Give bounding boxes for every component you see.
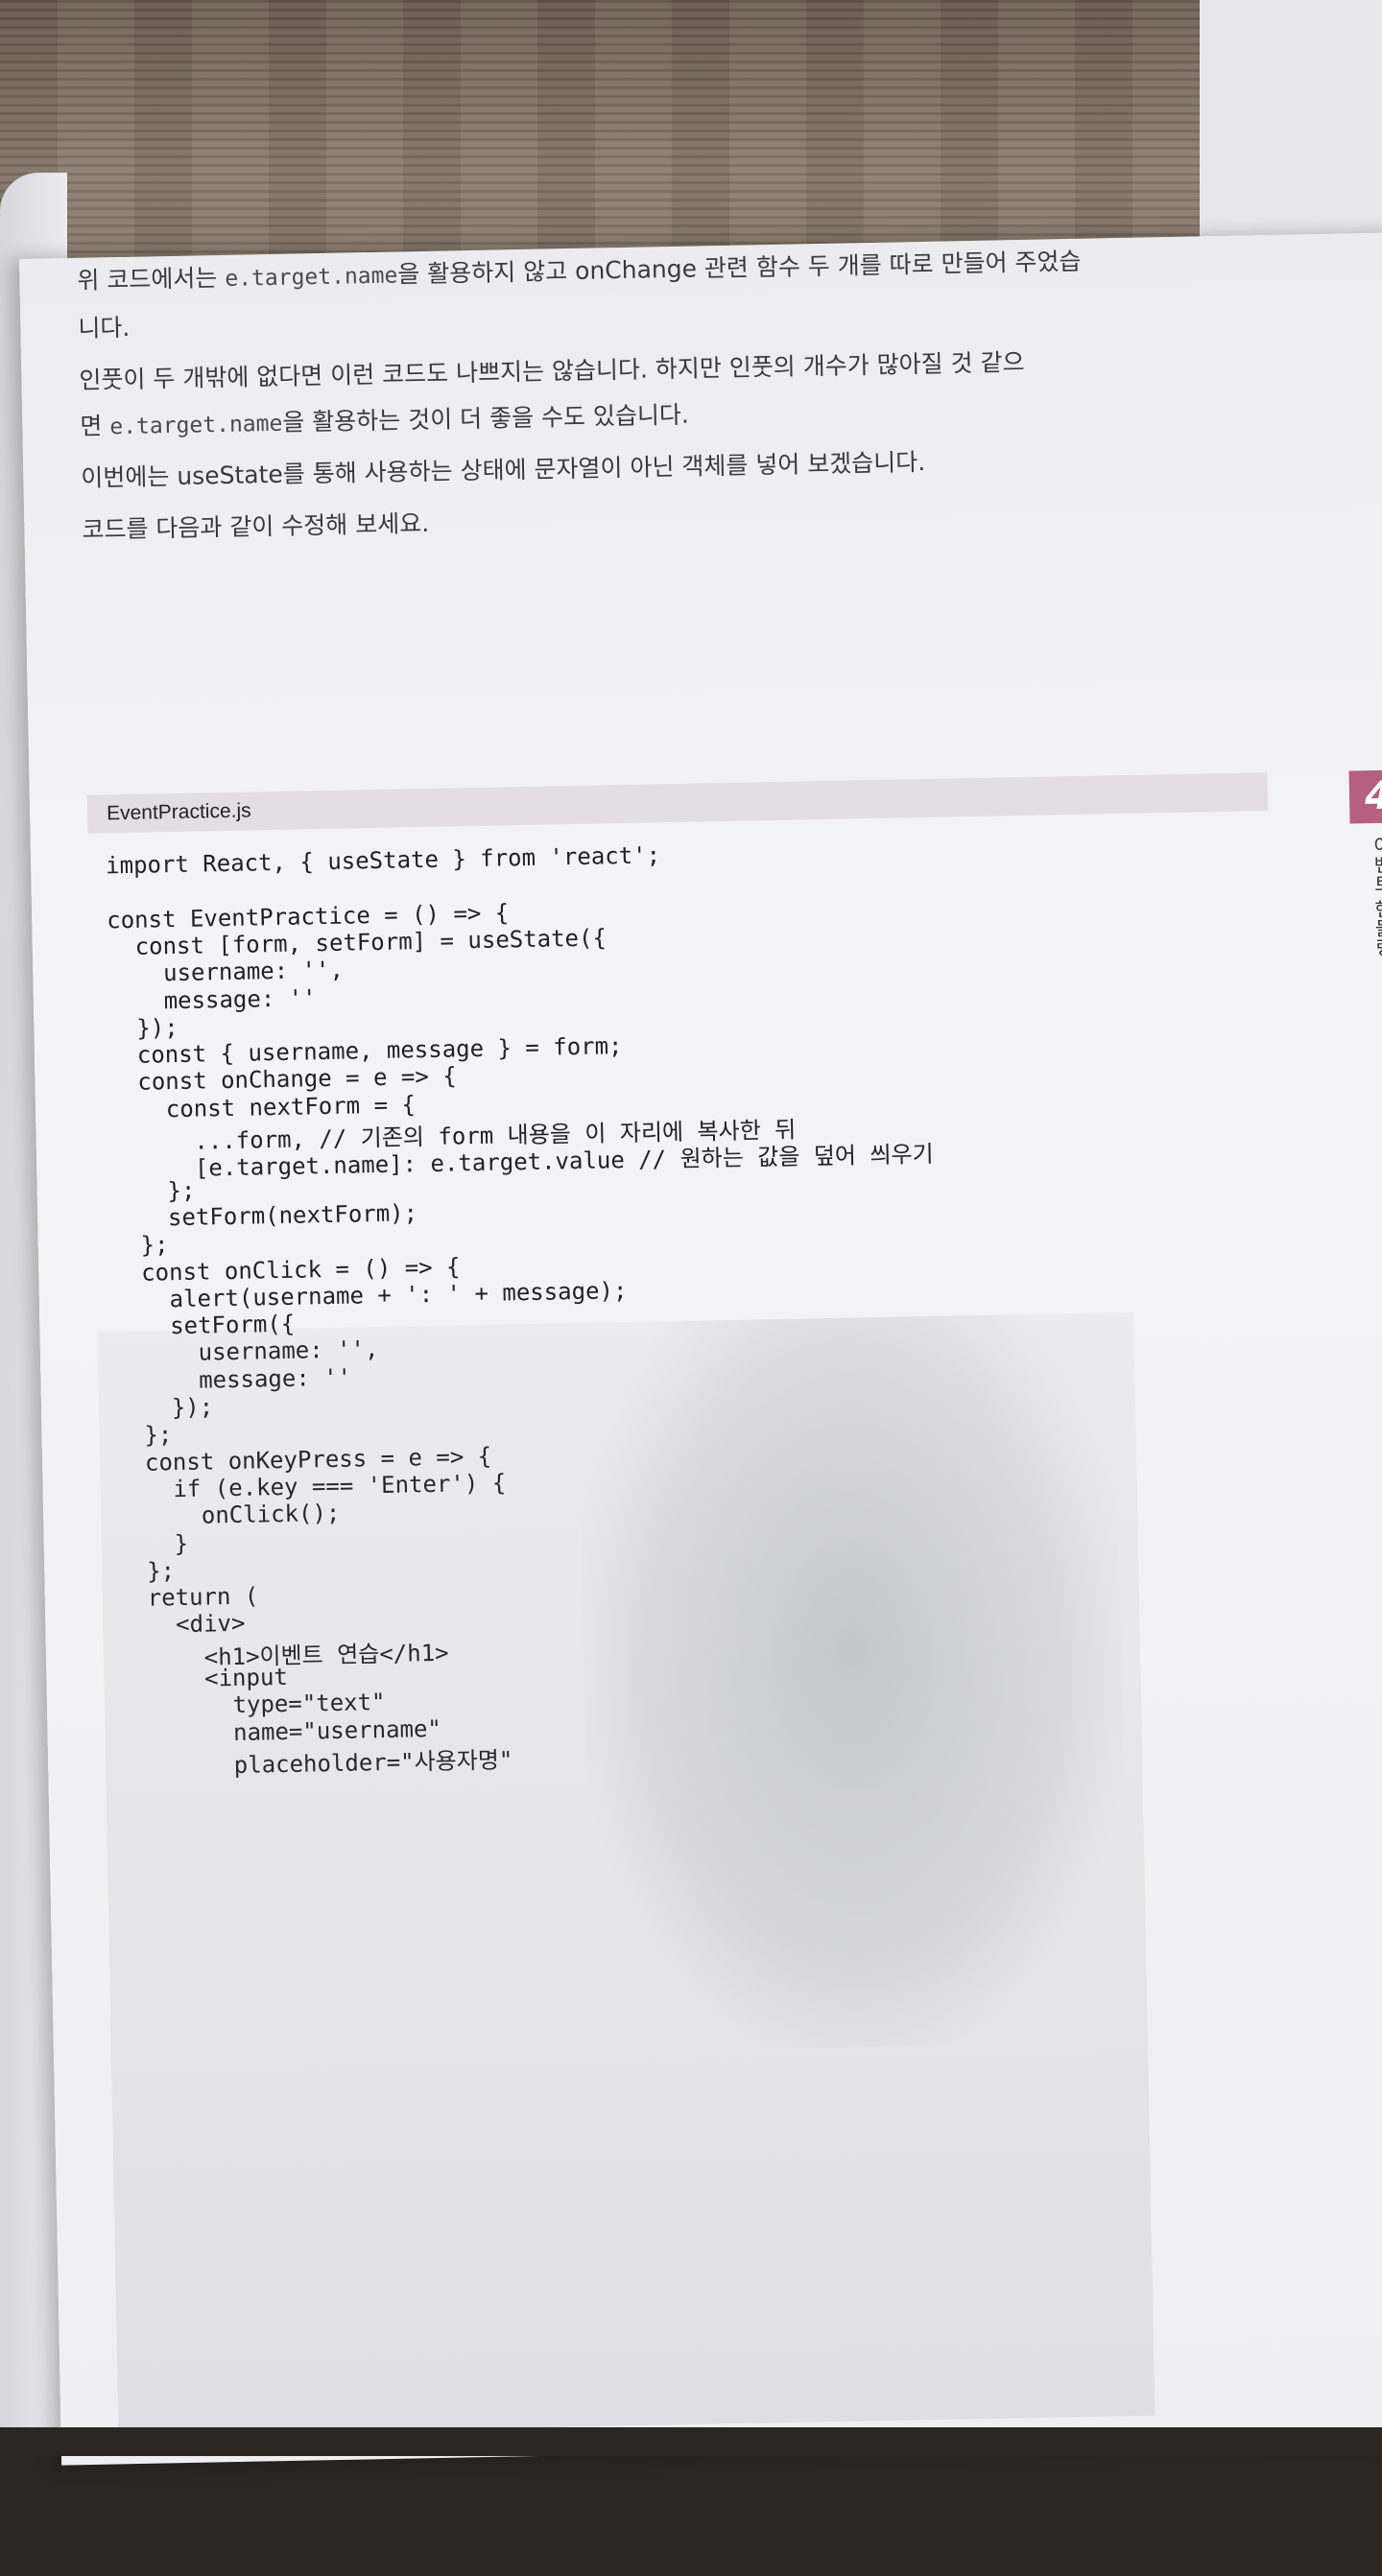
code-line: }); <box>108 1013 179 1043</box>
paragraph-text: 을 활용하는 것이 더 좋을 수도 있습니다. <box>282 400 690 437</box>
chapter-number-tab: 4 <box>1348 769 1382 824</box>
paragraph-text: 인풋이 두 개밖에 없다면 이런 코드도 나쁘지는 않습니다. 하지만 인풋의 … <box>79 347 1025 394</box>
paragraph-line: 인풋이 두 개밖에 없다면 이런 코드도 나쁘지는 않습니다. 하지만 인풋의 … <box>79 343 1250 395</box>
code-file-header: EventPractice.js <box>86 772 1269 834</box>
paragraph-text: onChange <box>574 254 698 285</box>
paragraph-text: 이번에는 <box>81 461 178 492</box>
code-line: }; <box>112 1231 169 1260</box>
photo-shadow-dark <box>577 1312 1129 2052</box>
paragraph-text: 코드를 다음과 같이 수정해 보세요. <box>82 508 430 544</box>
code-line: import React, { useState } from 'react'; <box>105 841 661 880</box>
code-line: setForm(nextForm); <box>111 1199 418 1233</box>
paragraph-line: 니다. <box>78 291 1249 343</box>
paragraph-text: 니다. <box>78 313 131 343</box>
paragraph-text: useState <box>177 460 284 490</box>
inline-code: e.target.name <box>109 411 283 440</box>
code-line: } <box>118 1529 189 1558</box>
inline-code: e.target.name <box>225 263 398 292</box>
desk-bottom <box>0 2427 1382 2456</box>
code-line: }; <box>119 1556 176 1586</box>
book-page: 위 코드에서는 e.target.name을 활용하지 않고 onChange … <box>19 232 1382 2466</box>
paragraph-text: 위 코드에서는 <box>77 263 226 295</box>
code-line: }); <box>115 1393 214 1423</box>
code-file-name: EventPractice.js <box>106 799 251 825</box>
code-line: }; <box>116 1421 173 1450</box>
chapter-title: 이벤트 핸들링 <box>1369 835 1382 957</box>
paragraph-line: 코드를 다음과 같이 수정해 보세요. <box>82 492 1252 545</box>
paragraph-text: 면 <box>80 412 110 440</box>
code-line: placeholder="사용자명" <box>122 1746 513 1782</box>
paragraph-text: 관련 함수 두 개를 따로 만들어 주었습 <box>696 247 1082 283</box>
code-line: onClick(); <box>117 1500 341 1531</box>
paragraph-text: 를 통해 사용하는 상태에 문자열이 아닌 객체를 넣어 보겠습니다. <box>282 447 926 488</box>
paragraph-text: 을 활용하지 않고 <box>397 256 576 289</box>
code-line: message: '' <box>107 983 317 1015</box>
code-line: }; <box>111 1176 196 1205</box>
code-line: message: '' <box>115 1363 352 1395</box>
paragraph-line: 면 e.target.name을 활용하는 것이 더 좋을 수도 있습니다. <box>80 389 1251 442</box>
paragraph-line: 이번에는 useState를 통해 사용하는 상태에 문자열이 아닌 객체를 넣… <box>81 440 1251 493</box>
code-line: <div> <box>120 1610 246 1640</box>
